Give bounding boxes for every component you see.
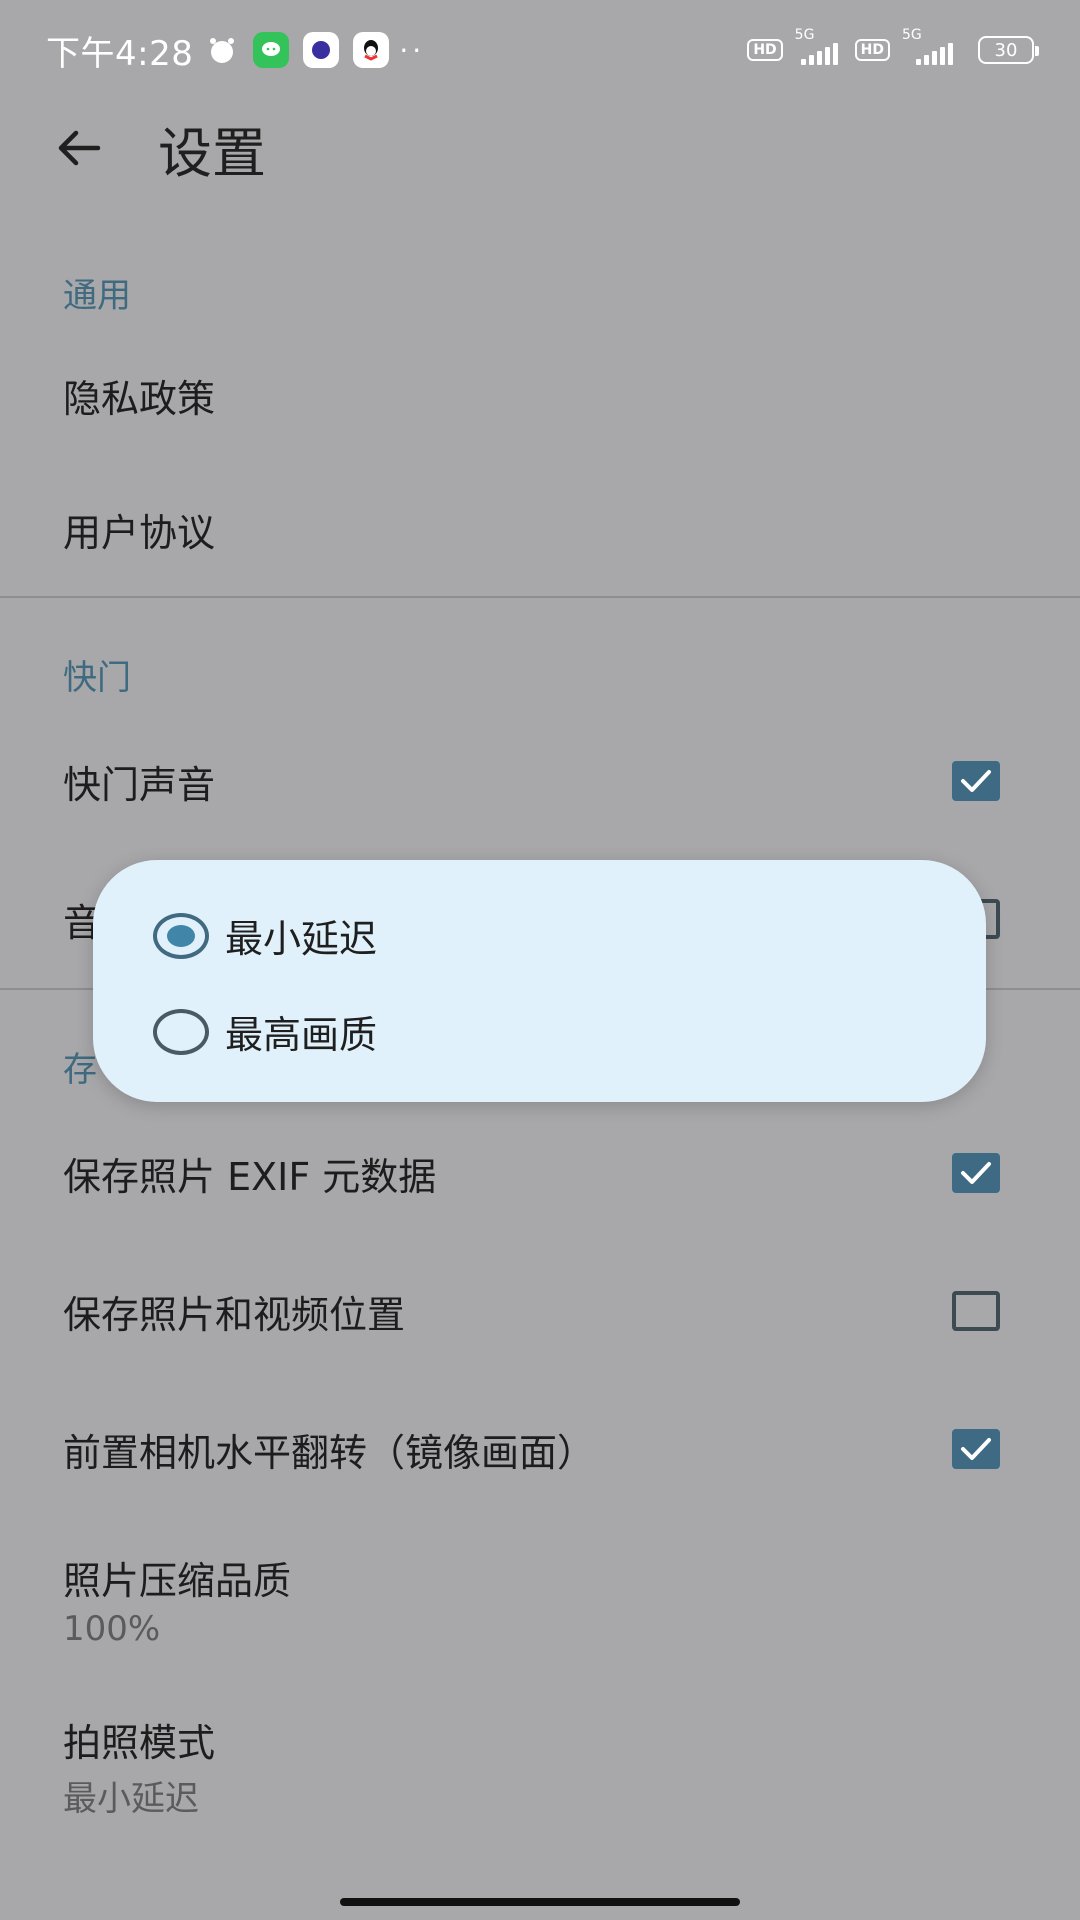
app-bar: 设置 (0, 100, 1080, 196)
option-max-quality[interactable]: 最高画质 (153, 1004, 377, 1059)
hd-badge-2: HD (854, 39, 890, 61)
network-type: 5G (794, 27, 815, 43)
save-location-item[interactable]: 保存照片和视频位置 (0, 1266, 1080, 1356)
check-icon (961, 1162, 991, 1184)
capture-mode-value: 最小延迟 (63, 1779, 199, 1819)
privacy-policy-label: 隐私政策 (63, 376, 216, 421)
hd-badge: HD (747, 39, 783, 61)
divider (0, 596, 1080, 598)
save-exif-item[interactable]: 保存照片 EXIF 元数据 (0, 1128, 1080, 1218)
battery-level: 30 (994, 39, 1018, 61)
mirror-front-camera-item[interactable]: 前置相机水平翻转（镜像画面） (0, 1404, 1080, 1494)
signal-icon: 5G (795, 27, 843, 65)
wechat-icon (253, 32, 290, 68)
qq-icon (353, 32, 390, 68)
capture-mode-label: 拍照模式 (63, 1721, 216, 1765)
save-location-checkbox[interactable] (952, 1291, 1000, 1331)
save-exif-checkbox[interactable] (952, 1153, 1000, 1193)
mirror-front-camera-label: 前置相机水平翻转（镜像画面） (63, 1430, 596, 1475)
tieba-icon (303, 32, 340, 68)
alarm-icon (205, 32, 239, 68)
signal-icon-2: 5G (902, 27, 958, 65)
section-header-general: 通用 (63, 276, 131, 316)
back-button[interactable] (48, 118, 108, 178)
more-notifications-indicator: ·· (399, 33, 426, 67)
notification-icons (205, 32, 390, 68)
option-label: 最高画质 (225, 1013, 378, 1057)
privacy-policy-item[interactable]: 隐私政策 (0, 350, 1080, 440)
photo-quality-label: 照片压缩品质 (63, 1559, 292, 1603)
check-icon (961, 770, 991, 792)
capture-mode-dialog: 最小延迟 最高画质 (93, 860, 986, 1102)
check-icon (961, 1438, 991, 1460)
user-agreement-item[interactable]: 用户协议 (0, 484, 1080, 574)
shutter-sound-checkbox[interactable] (952, 761, 1000, 801)
option-min-latency[interactable]: 最小延迟 (153, 908, 377, 963)
capture-mode-item[interactable]: 拍照模式 最小延迟 (0, 1708, 1080, 1819)
status-bar: 下午4:28 ·· HD 5G HD 5G 30 (0, 0, 1080, 100)
radio-unselected-icon[interactable] (153, 1008, 209, 1055)
section-header-storage: 存 (63, 1050, 97, 1090)
photo-quality-value: 100% (63, 1609, 161, 1649)
save-location-label: 保存照片和视频位置 (63, 1292, 406, 1337)
option-label: 最小延迟 (225, 917, 378, 961)
radio-dot (167, 924, 195, 947)
network-type-2: 5G (902, 27, 922, 43)
page-title: 设置 (158, 121, 266, 185)
radio-selected-icon[interactable] (153, 912, 209, 959)
photo-quality-item[interactable]: 照片压缩品质 100% (0, 1546, 1080, 1656)
system-status: HD 5G HD 5G 30 (747, 27, 1039, 65)
battery-icon: 30 (978, 36, 1039, 64)
home-indicator[interactable] (340, 1898, 740, 1906)
arrow-left-icon (58, 130, 101, 166)
save-exif-label: 保存照片 EXIF 元数据 (63, 1154, 437, 1199)
mirror-front-camera-checkbox[interactable] (952, 1429, 1000, 1469)
shutter-sound-item[interactable]: 快门声音 (0, 736, 1080, 826)
section-header-shutter: 快门 (63, 658, 131, 698)
user-agreement-label: 用户协议 (63, 510, 216, 555)
shutter-sound-label: 快门声音 (63, 762, 216, 807)
status-time: 下午4:28 (46, 33, 194, 74)
